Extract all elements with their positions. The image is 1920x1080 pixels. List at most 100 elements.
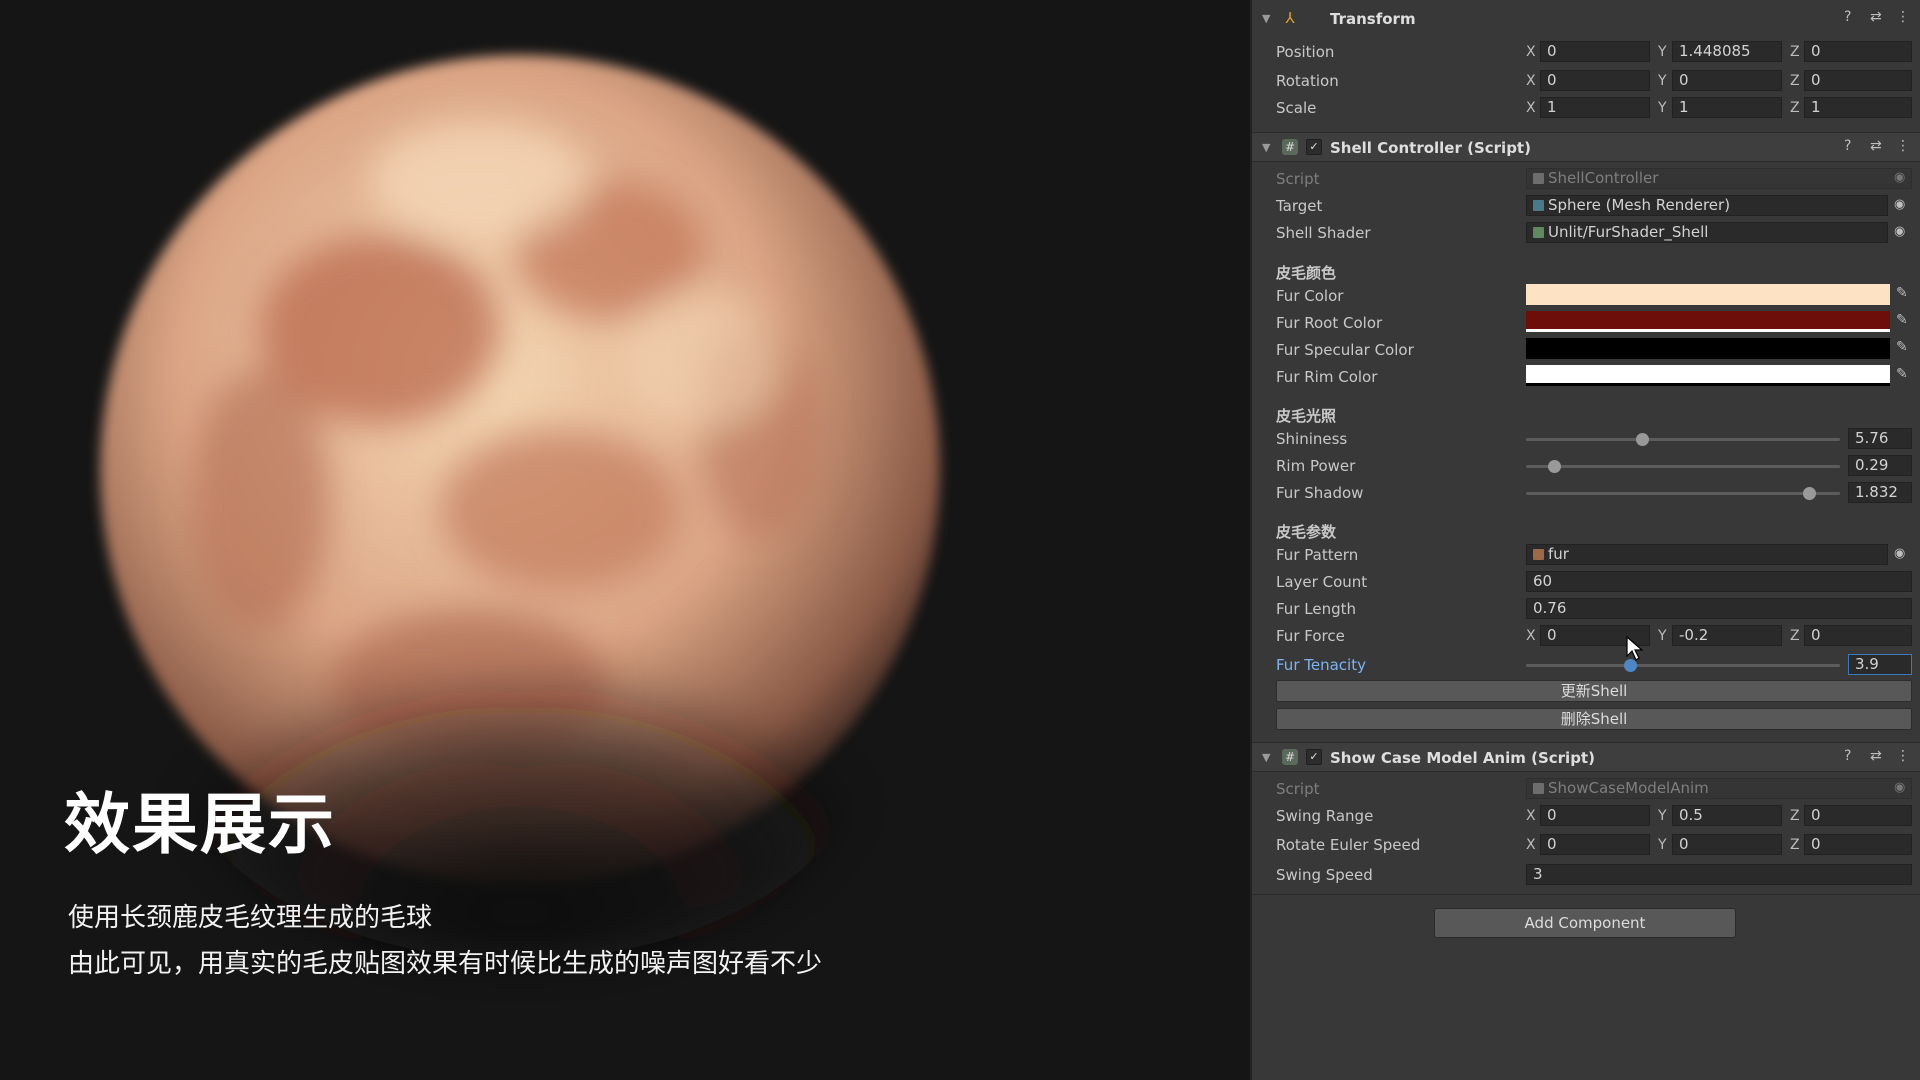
fur-tenacity-value-field[interactable]: 3.9 [1848, 654, 1912, 675]
eyedropper-icon[interactable]: ✎ [1896, 339, 1908, 355]
caption-line-1: 使用长颈鹿皮毛纹理生成的毛球 [68, 903, 433, 933]
shader-file-icon [1533, 227, 1544, 238]
more-menu-icon[interactable]: ⋮ [1896, 138, 1910, 154]
preset-icon[interactable]: ⇄ [1870, 9, 1882, 25]
scale-z-field[interactable]: 1 [1804, 97, 1912, 118]
fur-pattern-field[interactable]: fur [1526, 544, 1888, 565]
divider [1252, 894, 1920, 895]
axis-z: Z [1790, 837, 1800, 853]
fur-shadow-slider-track[interactable] [1526, 492, 1840, 495]
object-picker-icon[interactable]: ◉ [1894, 197, 1905, 212]
rotate-euler-speed-x-field[interactable]: 0 [1540, 834, 1650, 855]
shell-shader-field[interactable]: Unlit/FurShader_Shell [1526, 222, 1888, 243]
rim-power-slider-track[interactable] [1526, 465, 1840, 468]
fur-specular-color-label: Fur Specular Color [1276, 341, 1414, 359]
more-menu-icon[interactable]: ⋮ [1896, 748, 1910, 764]
object-picker-icon: ◉ [1894, 780, 1906, 795]
position-z-field[interactable]: 0 [1804, 41, 1912, 62]
rotation-z-field[interactable]: 0 [1804, 70, 1912, 91]
position-label: Position [1276, 43, 1335, 61]
target-value: Sphere (Mesh Renderer) [1548, 196, 1731, 214]
axis-z: Z [1790, 100, 1800, 116]
eyedropper-icon[interactable]: ✎ [1896, 285, 1908, 301]
object-picker-icon[interactable]: ◉ [1894, 224, 1905, 239]
fur-pattern-label: Fur Pattern [1276, 546, 1359, 564]
fold-arrow-icon[interactable]: ▼ [1262, 12, 1270, 25]
fur-color-label: Fur Color [1276, 287, 1344, 305]
fold-arrow-icon[interactable]: ▼ [1262, 751, 1270, 764]
axis-z: Z [1790, 808, 1800, 824]
axis-x: X [1526, 100, 1536, 116]
axis-y: Y [1658, 837, 1667, 853]
add-component-button[interactable]: Add Component [1434, 908, 1736, 938]
rotation-x-field[interactable]: 0 [1540, 70, 1650, 91]
object-picker-icon[interactable]: ◉ [1894, 546, 1905, 561]
fur-tenacity-label: Fur Tenacity [1276, 656, 1366, 674]
fur-specular-color-swatch[interactable] [1526, 338, 1890, 359]
fur-force-z-field[interactable]: 0 [1804, 625, 1912, 646]
layer-count-label: Layer Count [1276, 573, 1368, 591]
position-x-field[interactable]: 0 [1540, 41, 1650, 62]
transform-title: Transform [1330, 10, 1416, 28]
swing-range-x-field[interactable]: 0 [1540, 805, 1650, 826]
swing-speed-field[interactable]: 3 [1526, 864, 1912, 885]
scale-y-field[interactable]: 1 [1672, 97, 1782, 118]
fur-rim-color-swatch[interactable] [1526, 365, 1890, 386]
script-label: Script [1276, 170, 1320, 188]
rotate-euler-speed-y-field[interactable]: 0 [1672, 834, 1782, 855]
rotation-y-field[interactable]: 0 [1672, 70, 1782, 91]
section-fur-lighting: 皮毛光照 [1276, 407, 1337, 425]
fur-color-swatch[interactable] [1526, 284, 1890, 305]
more-menu-icon[interactable]: ⋮ [1896, 9, 1910, 25]
help-icon[interactable]: ? [1844, 748, 1851, 764]
delete-shell-button[interactable]: 删除Shell [1276, 708, 1912, 730]
fur-root-color-label: Fur Root Color [1276, 314, 1383, 332]
script-name: ShowCaseModelAnim [1548, 779, 1709, 797]
fur-shadow-label: Fur Shadow [1276, 484, 1364, 502]
fur-force-y-field[interactable]: -0.2 [1672, 625, 1782, 646]
axis-x: X [1526, 44, 1536, 60]
help-icon[interactable]: ? [1844, 9, 1851, 25]
fold-arrow-icon[interactable]: ▼ [1262, 141, 1270, 154]
script-file-icon [1533, 173, 1544, 184]
texture-thumbnail-icon [1533, 549, 1544, 560]
mouse-cursor-icon [1626, 636, 1644, 661]
axis-y: Y [1658, 628, 1667, 644]
fur-root-color-swatch[interactable] [1526, 311, 1890, 332]
axis-y: Y [1658, 73, 1667, 89]
shininess-slider-track[interactable] [1526, 438, 1840, 441]
preset-icon[interactable]: ⇄ [1870, 138, 1882, 154]
shininess-value-field[interactable]: 5.76 [1848, 428, 1912, 449]
swing-speed-label: Swing Speed [1276, 866, 1373, 884]
shininess-label: Shininess [1276, 430, 1348, 448]
rim-power-value-field[interactable]: 0.29 [1848, 455, 1912, 476]
swing-range-z-field[interactable]: 0 [1804, 805, 1912, 826]
fur-length-field[interactable]: 0.76 [1526, 598, 1912, 619]
transform-header[interactable]: ▼ ⅄ Transform ? ⇄ ⋮ [1252, 4, 1920, 34]
script-hash-icon: # [1282, 749, 1298, 765]
target-label: Target [1276, 197, 1323, 215]
layer-count-field[interactable]: 60 [1526, 571, 1912, 592]
target-field[interactable]: Sphere (Mesh Renderer) [1526, 195, 1888, 216]
rotation-label: Rotation [1276, 72, 1339, 90]
scene-viewport[interactable]: 效果展示 使用长颈鹿皮毛纹理生成的毛球 由此可见，用真实的毛皮贴图效果有时候比生… [0, 0, 1250, 1080]
swing-range-y-field[interactable]: 0.5 [1672, 805, 1782, 826]
shell-controller-enable-checkbox[interactable]: ✓ [1306, 139, 1322, 155]
eyedropper-icon[interactable]: ✎ [1896, 366, 1908, 382]
eyedropper-icon[interactable]: ✎ [1896, 312, 1908, 328]
axis-x: X [1526, 628, 1536, 644]
scale-x-field[interactable]: 1 [1540, 97, 1650, 118]
position-y-field[interactable]: 1.448085 [1672, 41, 1782, 62]
fur-shadow-value-field[interactable]: 1.832 [1848, 482, 1912, 503]
showcase-anim-enable-checkbox[interactable]: ✓ [1306, 749, 1322, 765]
fur-shadow-slider-thumb[interactable] [1802, 487, 1816, 500]
preset-icon[interactable]: ⇄ [1870, 748, 1882, 764]
axis-z: Z [1790, 44, 1800, 60]
showcase-anim-header[interactable]: ▼ # ✓ Show Case Model Anim (Script) ? ⇄ … [1252, 742, 1920, 772]
help-icon[interactable]: ? [1844, 138, 1851, 154]
rotate-euler-speed-z-field[interactable]: 0 [1804, 834, 1912, 855]
update-shell-button[interactable]: 更新Shell [1276, 680, 1912, 702]
fur-tenacity-slider-track[interactable] [1526, 664, 1840, 667]
shell-controller-header[interactable]: ▼ # ✓ Shell Controller (Script) ? ⇄ ⋮ [1252, 132, 1920, 162]
axis-y: Y [1658, 100, 1667, 116]
